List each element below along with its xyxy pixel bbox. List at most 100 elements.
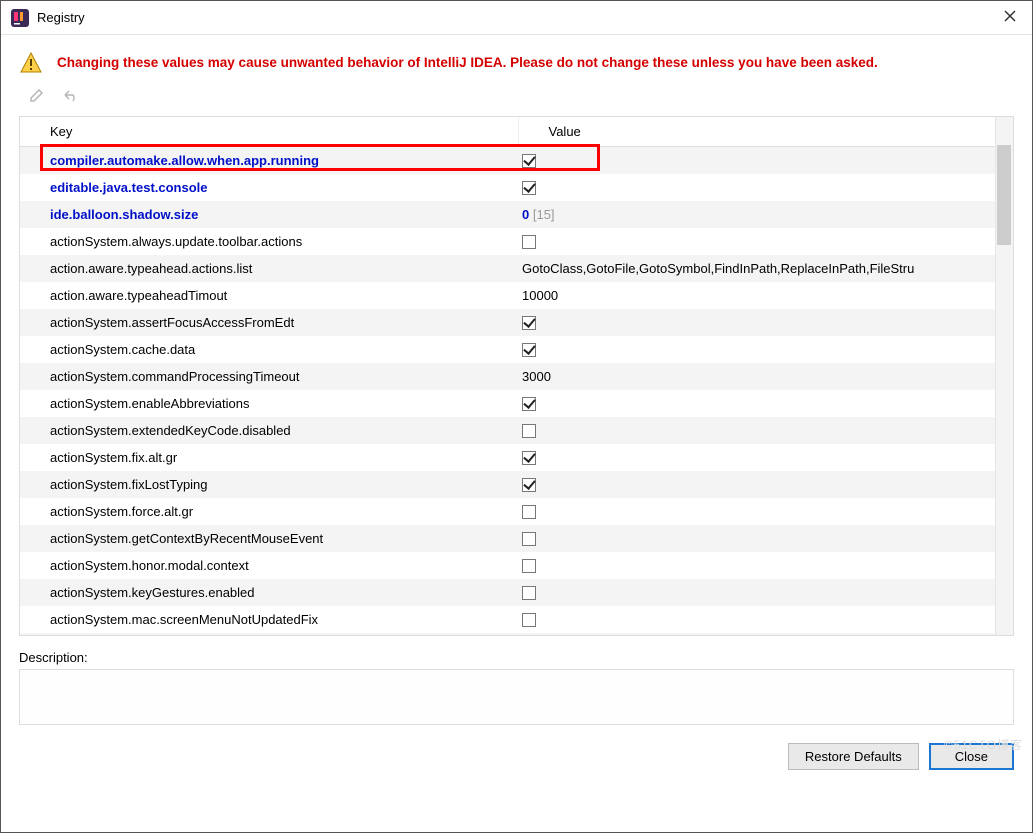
checkbox[interactable] (522, 316, 536, 330)
table-row[interactable]: actionSystem.fix.alt.gr (20, 444, 1013, 471)
registry-value[interactable] (518, 498, 1013, 525)
close-icon[interactable] (998, 5, 1022, 31)
checkbox[interactable] (522, 181, 536, 195)
undo-icon[interactable] (61, 87, 79, 106)
registry-value[interactable] (518, 552, 1013, 579)
registry-value[interactable] (518, 174, 1013, 201)
checkbox[interactable] (522, 586, 536, 600)
table-row[interactable]: actionSystem.force.alt.gr (20, 498, 1013, 525)
key-text: actionSystem.enableAbbreviations (50, 396, 249, 411)
registry-key: actionSystem.honor.modal.context (20, 552, 518, 579)
value-hint: [15] (529, 207, 554, 222)
registry-key: actionSystem.commandProcessingTimeout (20, 363, 518, 390)
table-row[interactable]: actionSystem.mouseGesturesEnabled (20, 633, 1013, 637)
registry-value[interactable] (518, 525, 1013, 552)
registry-table: Key Value compiler.automake.allow.when.a… (19, 116, 1014, 636)
checkbox[interactable] (522, 235, 536, 249)
key-text: action.aware.typeahead.actions.list (50, 261, 252, 276)
registry-key: actionSystem.keyGestures.enabled (20, 579, 518, 606)
registry-key: action.aware.typeaheadTimout (20, 282, 518, 309)
registry-key: actionSystem.fixLostTyping (20, 471, 518, 498)
registry-key: actionSystem.assertFocusAccessFromEdt (20, 309, 518, 336)
key-text: actionSystem.keyGestures.enabled (50, 585, 255, 600)
window-title: Registry (37, 10, 998, 25)
table-row[interactable]: actionSystem.mac.screenMenuNotUpdatedFix (20, 606, 1013, 633)
key-text: actionSystem.fix.alt.gr (50, 450, 177, 465)
warning-icon (19, 51, 43, 75)
registry-value[interactable]: GotoClass,GotoFile,GotoSymbol,FindInPath… (518, 255, 1013, 282)
registry-value[interactable] (518, 633, 1013, 637)
description-box[interactable] (19, 669, 1014, 725)
key-text: actionSystem.getContextByRecentMouseEven… (50, 531, 323, 546)
checkbox[interactable] (522, 505, 536, 519)
registry-key: editable.java.test.console (20, 174, 518, 201)
registry-key: actionSystem.mac.screenMenuNotUpdatedFix (20, 606, 518, 633)
key-text: actionSystem.honor.modal.context (50, 558, 249, 573)
table-row[interactable]: actionSystem.extendedKeyCode.disabled (20, 417, 1013, 444)
checkbox[interactable] (522, 451, 536, 465)
registry-value[interactable]: 10000 (518, 282, 1013, 309)
table-row[interactable]: actionSystem.cache.data (20, 336, 1013, 363)
column-header-value[interactable]: Value (518, 117, 1013, 147)
key-text: actionSystem.commandProcessingTimeout (50, 369, 300, 384)
checkbox[interactable] (522, 478, 536, 492)
scrollbar-thumb[interactable] (997, 145, 1011, 245)
registry-key: actionSystem.mouseGesturesEnabled (20, 633, 518, 637)
key-text: action.aware.typeaheadTimout (50, 288, 227, 303)
registry-value[interactable] (518, 228, 1013, 255)
scrollbar[interactable] (995, 117, 1013, 635)
key-text: actionSystem.mac.screenMenuNotUpdatedFix (50, 612, 318, 627)
close-button[interactable]: Close (929, 743, 1014, 770)
registry-key: actionSystem.cache.data (20, 336, 518, 363)
checkbox[interactable] (522, 343, 536, 357)
title-bar: Registry (1, 1, 1032, 35)
checkbox[interactable] (522, 397, 536, 411)
table-row[interactable]: actionSystem.fixLostTyping (20, 471, 1013, 498)
key-text: actionSystem.extendedKeyCode.disabled (50, 423, 291, 438)
table-row[interactable]: actionSystem.commandProcessingTimeout 300… (20, 363, 1013, 390)
key-text: actionSystem.cache.data (50, 342, 195, 357)
registry-value[interactable] (518, 579, 1013, 606)
registry-value[interactable] (518, 336, 1013, 363)
checkbox[interactable] (522, 154, 536, 168)
table-row[interactable]: compiler.automake.allow.when.app.running (20, 147, 1013, 174)
toolbar (1, 85, 1032, 116)
registry-value[interactable] (518, 147, 1013, 174)
registry-value[interactable] (518, 606, 1013, 633)
registry-value[interactable]: 3000 (518, 363, 1013, 390)
restore-defaults-button[interactable]: Restore Defaults (788, 743, 919, 770)
checkbox[interactable] (522, 613, 536, 627)
registry-value[interactable] (518, 390, 1013, 417)
checkbox[interactable] (522, 559, 536, 573)
registry-value[interactable] (518, 471, 1013, 498)
table-row[interactable]: actionSystem.always.update.toolbar.actio… (20, 228, 1013, 255)
column-header-key[interactable]: Key (20, 117, 518, 147)
registry-value[interactable] (518, 444, 1013, 471)
key-text: actionSystem.assertFocusAccessFromEdt (50, 315, 294, 330)
key-text: compiler.automake.allow.when.app.running (50, 153, 319, 168)
key-text: ide.balloon.shadow.size (50, 207, 198, 222)
table-row[interactable]: actionSystem.honor.modal.context (20, 552, 1013, 579)
registry-key: ide.balloon.shadow.size (20, 201, 518, 228)
table-row[interactable]: editable.java.test.console (20, 174, 1013, 201)
key-text: actionSystem.always.update.toolbar.actio… (50, 234, 302, 249)
registry-value[interactable] (518, 309, 1013, 336)
checkbox[interactable] (522, 424, 536, 438)
edit-icon[interactable] (29, 87, 45, 106)
registry-value[interactable] (518, 417, 1013, 444)
registry-value[interactable]: 0 [15] (518, 201, 1013, 228)
table-row[interactable]: actionSystem.assertFocusAccessFromEdt (20, 309, 1013, 336)
table-row[interactable]: action.aware.typeahead.actions.list GotoC… (20, 255, 1013, 282)
table-row[interactable]: action.aware.typeaheadTimout 10000 (20, 282, 1013, 309)
registry-key: actionSystem.always.update.toolbar.actio… (20, 228, 518, 255)
table-row[interactable]: actionSystem.getContextByRecentMouseEven… (20, 525, 1013, 552)
app-icon (11, 9, 29, 27)
registry-key: actionSystem.fix.alt.gr (20, 444, 518, 471)
checkbox[interactable] (522, 532, 536, 546)
table-row[interactable]: ide.balloon.shadow.size 0 [15] (20, 201, 1013, 228)
value-text: 10000 (522, 288, 558, 303)
table-row[interactable]: actionSystem.keyGestures.enabled (20, 579, 1013, 606)
value-text: GotoClass,GotoFile,GotoSymbol,FindInPath… (522, 261, 914, 276)
table-row[interactable]: actionSystem.enableAbbreviations (20, 390, 1013, 417)
key-text: actionSystem.fixLostTyping (50, 477, 208, 492)
